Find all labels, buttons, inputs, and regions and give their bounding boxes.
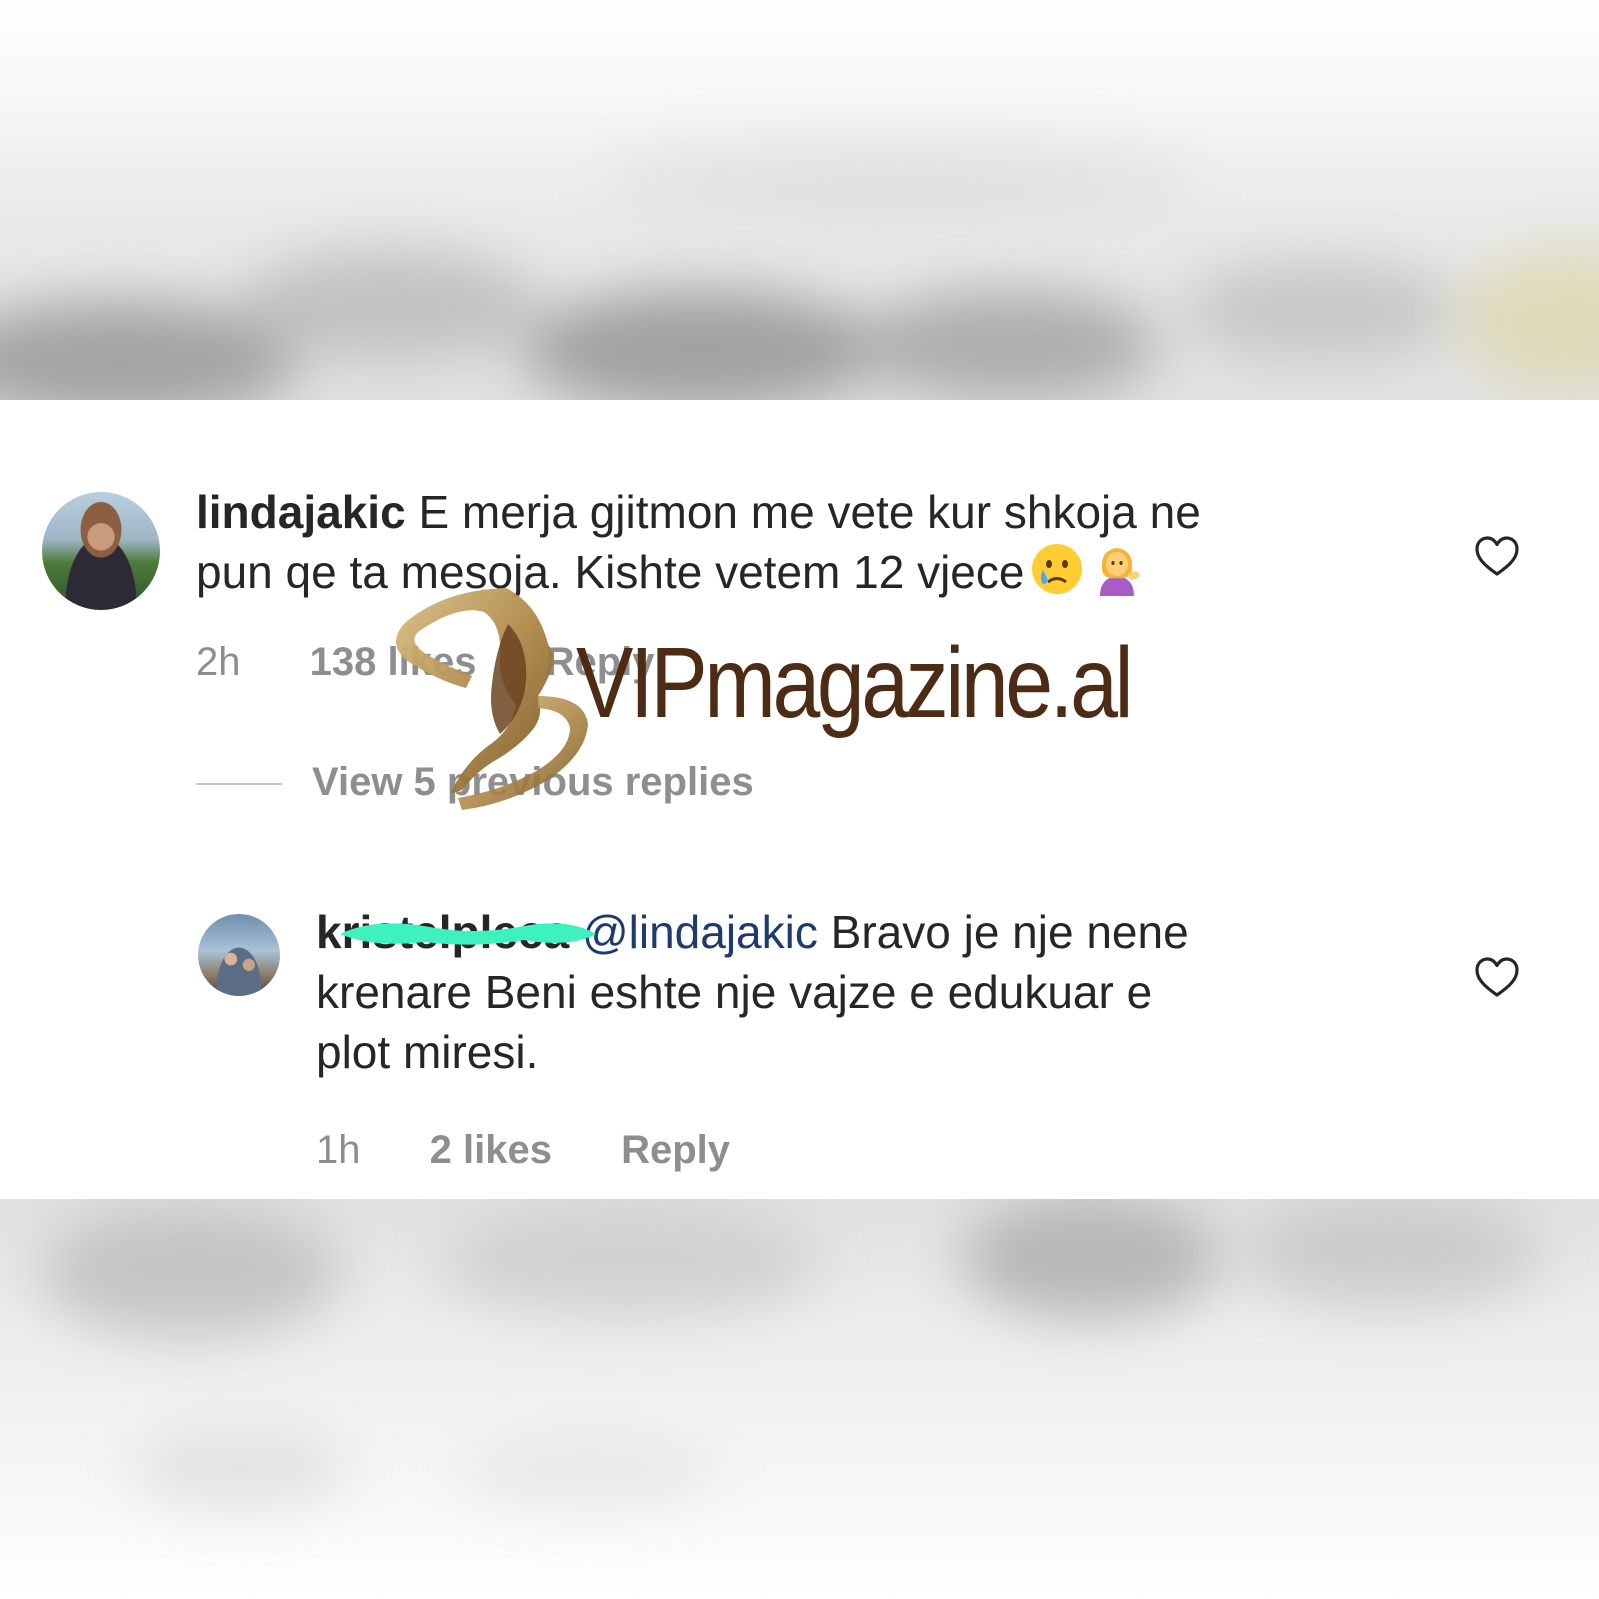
comment-time: 2h	[196, 640, 241, 684]
blurred-top-region	[0, 0, 1599, 400]
comment-meta: 2h 138 likes Reply	[196, 640, 713, 685]
comment-body: lindajakic E merja gjitmon me vete kur s…	[196, 482, 1386, 602]
comment-text-line: Bravo je nje nene	[830, 906, 1189, 958]
username-redaction-scribble	[340, 923, 596, 945]
comment-meta: 1h 2 likes Reply	[316, 1128, 788, 1173]
comment-text-line: krenare Beni eshte nje vajze e edukuar e	[316, 966, 1153, 1018]
reply-button[interactable]: Reply	[621, 1128, 730, 1173]
comment-text-line: plot miresi.	[316, 1026, 539, 1078]
crying-face-icon	[1032, 544, 1083, 594]
reply-button[interactable]: Reply	[546, 640, 655, 685]
avatar[interactable]	[198, 914, 280, 996]
comment-text-line: pun qe ta mesoja. Kishte vetem 12 vjece	[196, 546, 1025, 598]
comments-card: lindajakic E merja gjitmon me vete kur s…	[0, 400, 1599, 1199]
mention-link[interactable]: @lindajakic	[582, 906, 818, 958]
replies-divider-line	[196, 783, 282, 786]
like-heart-icon[interactable]	[1474, 535, 1520, 577]
woman-tipping-hand-icon	[1100, 548, 1141, 596]
view-replies-label[interactable]: View 5 previous replies	[312, 760, 754, 804]
avatar[interactable]	[42, 492, 160, 610]
comment-time: 1h	[316, 1128, 361, 1172]
view-previous-replies-link[interactable]: View 5 previous replies	[196, 760, 754, 805]
comment-username[interactable]: lindajakic	[196, 486, 406, 538]
comment-text-line: E merja gjitmon me vete kur shkoja ne	[418, 486, 1201, 538]
blurred-bottom-region	[0, 1199, 1599, 1599]
comment-likes[interactable]: 2 likes	[430, 1128, 552, 1173]
like-heart-icon[interactable]	[1474, 956, 1520, 998]
screenshot-stage: lindajakic E merja gjitmon me vete kur s…	[0, 0, 1599, 1599]
comment-likes[interactable]: 138 likes	[310, 640, 477, 685]
